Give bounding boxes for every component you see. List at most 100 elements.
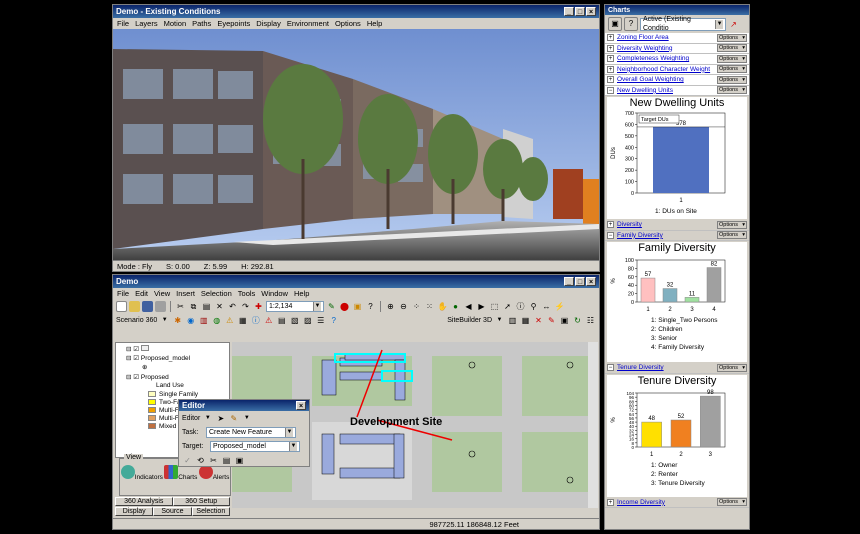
add-data-icon[interactable]: ✚ (253, 301, 264, 312)
expand-icon[interactable]: + (607, 498, 614, 506)
catalog-icon[interactable]: ▣ (352, 301, 363, 312)
tab-360-setup[interactable]: 360 Setup (172, 497, 230, 506)
options-dropdown[interactable]: Options ▾ (717, 75, 747, 84)
menu-eyepoints[interactable]: Eyepoints (217, 19, 250, 28)
settings-icon[interactable]: ✱ (172, 315, 183, 326)
hyperlink-icon[interactable]: ⚡ (554, 301, 565, 312)
options-dropdown[interactable]: Options ▾ (717, 220, 747, 229)
menu-file[interactable]: File (117, 19, 129, 28)
find-icon[interactable]: ⚲ (528, 301, 539, 312)
expand-icon[interactable]: + (607, 65, 614, 73)
options-dropdown[interactable]: Options ▾ (717, 33, 747, 42)
zoom-in-icon[interactable]: ⊕ (385, 301, 396, 312)
alert-icon[interactable]: ⚠ (224, 315, 235, 326)
task-select[interactable]: Create New Feature ▼ (206, 426, 296, 438)
new-icon[interactable] (116, 300, 127, 312)
back-icon[interactable]: ◀ (463, 301, 474, 312)
export-icon[interactable]: ▨ (302, 315, 313, 326)
arctoolbox-icon[interactable]: ⬤ (339, 301, 350, 312)
cursor-icon[interactable]: ↗ (728, 19, 739, 30)
attributes-icon[interactable]: ▤ (221, 455, 232, 466)
menu-options[interactable]: Options (335, 19, 361, 28)
scenario-label[interactable]: Scenario 360 (116, 317, 157, 324)
close-icon[interactable]: × (296, 401, 306, 410)
menu-environment[interactable]: Environment (287, 19, 329, 28)
target-select[interactable]: Proposed_model ▼ (210, 440, 300, 452)
expand-icon[interactable]: + (607, 221, 614, 229)
rotate-icon[interactable]: ⟲ (195, 455, 206, 466)
chart-row-label[interactable]: New Dwelling Units (617, 87, 717, 94)
chart-row-label[interactable]: Neighborhood Character Weight (617, 66, 717, 73)
chart-row[interactable]: + Overall Goal Weighting Options ▾ (605, 75, 749, 86)
split-icon[interactable]: ✂ (208, 455, 219, 466)
fixed-zoom-out-icon[interactable]: ⁙ (424, 301, 435, 312)
expand-icon[interactable]: + (607, 44, 614, 52)
menu-insert[interactable]: Insert (176, 289, 195, 298)
sitebuilder-label[interactable]: SiteBuilder 3D (447, 317, 492, 324)
menu-display[interactable]: Display (256, 19, 281, 28)
editor-toolbar-icon[interactable]: ✎ (326, 301, 337, 312)
help-icon[interactable]: ? (328, 315, 339, 326)
save-icon[interactable] (142, 300, 153, 312)
tab-360-analysis[interactable]: 360 Analysis (115, 497, 173, 506)
options-dropdown[interactable]: Options ▾ (717, 231, 747, 240)
minimize-icon[interactable]: _ (564, 277, 574, 286)
close-icon[interactable]: × (586, 7, 596, 16)
collapse-icon[interactable]: − (607, 86, 614, 94)
refresh-icon[interactable]: ↻ (572, 315, 583, 326)
street-3d-scene[interactable] (113, 29, 599, 260)
charts-titlebar[interactable]: Charts (605, 5, 749, 15)
menu-help[interactable]: Help (294, 289, 309, 298)
check-icon[interactable]: ✓ (182, 455, 193, 466)
chart-row[interactable]: + Zoning Floor Area Options ▾ (605, 33, 749, 44)
chevron-down-icon[interactable]: ▼ (494, 315, 505, 326)
copy-icon[interactable]: ⧉ (188, 301, 199, 312)
full-extent-icon[interactable]: ● (450, 301, 461, 312)
chart-row-label[interactable]: Diversity (617, 221, 717, 228)
report-icon[interactable]: ▧ (289, 315, 300, 326)
options-dropdown[interactable]: Options ▾ (717, 44, 747, 53)
paste-icon[interactable]: ▤ (201, 301, 212, 312)
chart-row-label[interactable]: Income Diversity (617, 499, 717, 506)
menu-edit[interactable]: Edit (135, 289, 148, 298)
help-icon[interactable]: ? (365, 301, 376, 312)
sketch-icon[interactable]: ✎ (546, 315, 557, 326)
expand-icon[interactable]: + (607, 55, 614, 63)
menu-paths[interactable]: Paths (192, 19, 211, 28)
tab-source[interactable]: Source (153, 507, 192, 516)
menu-selection[interactable]: Selection (201, 289, 232, 298)
menu-layers[interactable]: Layers (135, 19, 158, 28)
editor-menu[interactable]: Editor (182, 415, 200, 422)
chevron-down-icon[interactable]: ▼ (202, 413, 213, 424)
chart-row-label[interactable]: Diversity Weighting (617, 45, 717, 52)
identify-icon[interactable]: ⓘ (515, 301, 526, 312)
menu-file[interactable]: File (117, 289, 129, 298)
collapse-icon[interactable]: − (607, 364, 614, 372)
model-icon[interactable]: ▦ (520, 315, 531, 326)
list-icon[interactable]: ☰ (315, 315, 326, 326)
delete-icon[interactable]: ✕ (214, 301, 225, 312)
chart-row[interactable]: + Completeness Weighting Options ▾ (605, 54, 749, 65)
chart-row[interactable]: + Diversity Weighting Options ▾ (605, 44, 749, 54)
options-dropdown[interactable]: Options ▾ (717, 54, 747, 63)
print-icon[interactable] (155, 300, 166, 312)
warning-icon[interactable]: ⚠ (263, 315, 274, 326)
options-dropdown[interactable]: Options ▾ (717, 363, 747, 372)
collapse-icon[interactable]: − (607, 231, 614, 239)
select-elements-icon[interactable]: ➚ (502, 301, 513, 312)
pan-icon[interactable]: ✋ (437, 301, 448, 312)
expand-icon[interactable]: + (607, 76, 614, 84)
forward-icon[interactable]: ▶ (476, 301, 487, 312)
scenario-select[interactable]: Active (Existing Conditio ▼ (640, 16, 726, 32)
select-features-icon[interactable]: ⬚ (489, 301, 500, 312)
indicators-button[interactable]: Indicators (120, 465, 163, 481)
chart-icon[interactable]: ▥ (198, 315, 209, 326)
sketch-tool-icon[interactable]: ✎ (228, 413, 239, 424)
menu-help[interactable]: Help (367, 19, 382, 28)
layers-icon[interactable]: ◍ (211, 315, 222, 326)
tab-display[interactable]: Display (115, 507, 154, 516)
chart-row-label[interactable]: Overall Goal Weighting (617, 76, 717, 83)
toc-layer-proposed-model[interactable]: ⊟ ☑ Proposed_model (118, 354, 227, 363)
chart-row-label[interactable]: Zoning Floor Area (617, 34, 717, 41)
options-dropdown[interactable]: Options ▾ (717, 65, 747, 74)
